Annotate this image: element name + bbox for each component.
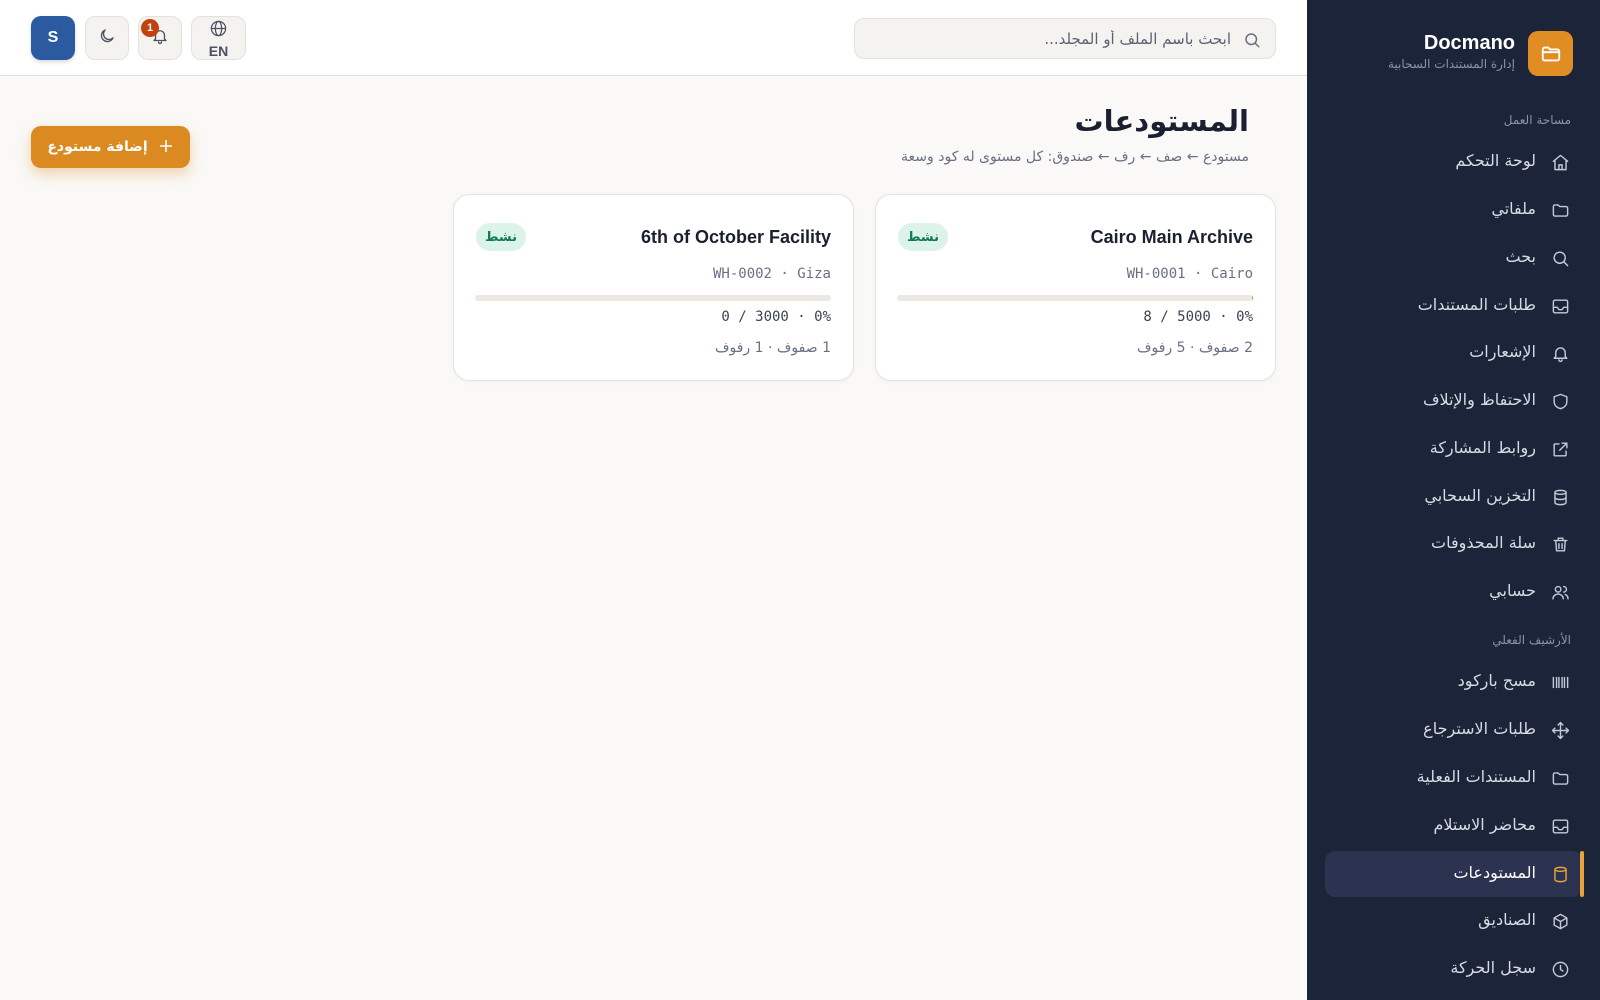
sidebar-item-label: محاضر الاستلام <box>1433 815 1536 834</box>
theme-toggle-button[interactable] <box>85 16 129 60</box>
sidebar-item-label: طلبات المستندات <box>1417 295 1536 314</box>
sidebar-item-dashboard[interactable]: لوحة التحكم <box>1325 139 1582 185</box>
folder-icon <box>1528 31 1573 76</box>
top-bar: EN 1 S <box>0 0 1307 76</box>
sidebar-item-label: الإشعارات <box>1469 342 1536 361</box>
sidebar-item-receipt-records[interactable]: محاضر الاستلام <box>1325 803 1582 849</box>
shield-icon <box>1550 391 1570 411</box>
warehouse-code: WH-0002 · Giza <box>712 266 831 282</box>
home-icon <box>1550 152 1570 172</box>
globe-icon <box>209 19 228 42</box>
sidebar-item-my-files[interactable]: ملفاتي <box>1325 187 1582 233</box>
sidebar-item-document-requests[interactable]: طلبات المستندات <box>1325 283 1582 329</box>
database-icon <box>1550 864 1570 884</box>
status-badge: نشط <box>476 223 526 251</box>
avatar[interactable]: S <box>31 16 75 60</box>
search-box[interactable] <box>854 18 1276 59</box>
warehouse-card[interactable]: Cairo Main Archive نشط WH-0001 · Cairo 8… <box>875 194 1276 381</box>
warehouse-name: Cairo Main Archive <box>1090 227 1253 247</box>
brand-subtitle: إدارة المستندات السحابية <box>1387 57 1515 71</box>
sidebar-item-label: الصناديق <box>1478 910 1536 929</box>
external-link-icon <box>1550 439 1570 459</box>
sidebar-item-label: طلبات الاسترجاع <box>1423 719 1536 738</box>
capacity-progress-fill <box>1252 295 1253 301</box>
sidebar-item-account[interactable]: حسابي <box>1325 569 1582 615</box>
users-icon <box>1550 582 1570 602</box>
inbox-icon <box>1550 816 1570 836</box>
sidebar-item-label: ملفاتي <box>1491 199 1536 218</box>
capacity-progress-bar <box>475 295 831 301</box>
trash-icon <box>1550 534 1570 554</box>
sidebar-item-label: بحث <box>1505 247 1537 266</box>
brand[interactable]: Docmano إدارة المستندات السحابية <box>1328 31 1573 77</box>
sidebar-item-retrieval-requests[interactable]: طلبات الاسترجاع <box>1325 707 1582 753</box>
brand-name: Docmano <box>1423 32 1515 54</box>
sidebar-item-label: مسح باركود <box>1457 671 1536 690</box>
sidebar-item-notifications[interactable]: الإشعارات <box>1325 330 1582 376</box>
warehouse-stats: 1 صفوف · 1 رفوف <box>714 340 831 356</box>
search-icon <box>1243 31 1261 49</box>
clock-icon <box>1550 959 1570 979</box>
capacity-progress-bar <box>897 295 1253 301</box>
plus-icon <box>158 138 174 157</box>
folder-icon <box>1550 200 1570 220</box>
sidebar-item-label: روابط المشاركة <box>1429 438 1536 457</box>
warehouse-name: 6th of October Facility <box>640 227 831 247</box>
sidebar-item-trash[interactable]: سلة المحذوفات <box>1325 521 1582 567</box>
sidebar-item-label: التخزين السحابي <box>1424 486 1536 505</box>
sidebar-item-search[interactable]: بحث <box>1325 235 1582 281</box>
warehouse-card[interactable]: 6th of October Facility نشط WH-0002 · Gi… <box>453 194 854 381</box>
language-button[interactable]: EN <box>191 16 246 60</box>
sidebar-item-label: المستندات الفعلية <box>1416 767 1536 786</box>
sidebar-item-retention[interactable]: الاحتفاظ والإتلاف <box>1325 378 1582 424</box>
add-warehouse-button[interactable]: إضافة مستودع <box>31 126 190 168</box>
sidebar: Docmano إدارة المستندات السحابية مساحة ا… <box>1307 0 1600 1000</box>
sidebar-item-label: حسابي <box>1489 581 1536 600</box>
bell-icon <box>1550 343 1570 363</box>
warehouse-capacity: 8 / 5000 · 0% <box>1143 309 1253 325</box>
sidebar-item-share-links[interactable]: روابط المشاركة <box>1325 426 1582 472</box>
notifications-button[interactable]: 1 <box>138 16 182 60</box>
add-warehouse-label: إضافة مستودع <box>47 139 148 155</box>
sidebar-item-physical-documents[interactable]: المستندات الفعلية <box>1325 755 1582 801</box>
sidebar-item-label: الاحتفاظ والإتلاف <box>1422 390 1536 409</box>
workspace-section-label: مساحة العمل <box>1503 113 1571 127</box>
barcode-icon <box>1550 672 1570 692</box>
sidebar-item-label: سلة المحذوفات <box>1431 533 1536 552</box>
notification-badge: 1 <box>141 19 159 37</box>
archive-section-label: الأرشيف الفعلي <box>1492 633 1571 647</box>
warehouse-capacity: 0 / 3000 · 0% <box>721 309 831 325</box>
moon-icon <box>98 27 116 49</box>
language-label: EN <box>208 42 229 59</box>
sidebar-item-cloud-storage[interactable]: التخزين السحابي <box>1325 474 1582 520</box>
move-icon <box>1550 720 1570 740</box>
sidebar-item-warehouses[interactable]: المستودعات <box>1325 851 1584 897</box>
sidebar-item-barcode-scan[interactable]: مسح باركود <box>1325 659 1582 705</box>
sidebar-item-label: سجل الحركة <box>1450 958 1536 977</box>
sidebar-item-label: لوحة التحكم <box>1455 151 1536 170</box>
status-badge: نشط <box>898 223 948 251</box>
sidebar-item-boxes[interactable]: الصناديق <box>1325 898 1582 944</box>
search-icon <box>1550 248 1570 268</box>
warehouse-stats: 2 صفوف · 5 رفوف <box>1136 340 1253 356</box>
box-icon <box>1550 911 1570 931</box>
search-input[interactable] <box>871 19 1231 58</box>
sidebar-item-movement-log[interactable]: سجل الحركة <box>1325 946 1582 992</box>
warehouse-code: WH-0001 · Cairo <box>1126 266 1253 282</box>
database-icon <box>1550 487 1570 507</box>
sidebar-item-label: المستودعات <box>1453 863 1536 882</box>
page-subtitle: مستودع ← صف ← رف ← صندوق: كل مستوى له كو… <box>901 149 1249 165</box>
folder-icon <box>1550 768 1570 788</box>
page-title: المستودعات <box>1074 104 1249 138</box>
inbox-icon <box>1550 296 1570 316</box>
